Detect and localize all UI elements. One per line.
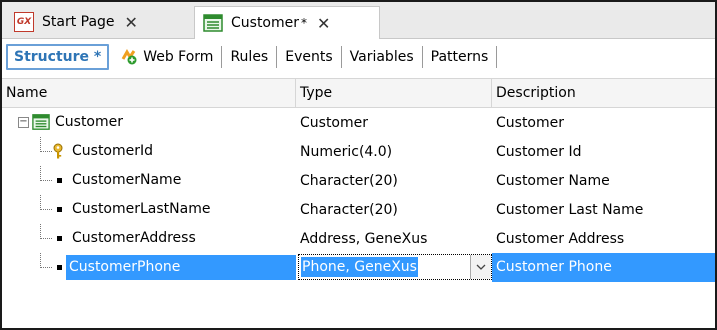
structure-grid: Name Type Description − Customer Custome… (2, 78, 715, 282)
modified-marker: * (301, 16, 308, 30)
tab-events[interactable]: Events (277, 46, 342, 68)
collapse-icon[interactable]: − (18, 117, 29, 128)
column-header-name[interactable]: Name (2, 79, 296, 107)
tab-web-form[interactable]: Web Form (113, 46, 223, 68)
tree-line (40, 166, 41, 181)
attribute-name: CustomerPhone (66, 255, 296, 280)
tree-line (40, 151, 52, 152)
chevron-down-icon[interactable] (470, 255, 491, 279)
type-cell[interactable]: Character(20) (296, 202, 492, 218)
tab-customer[interactable]: Customer * ✕ (194, 6, 380, 39)
close-icon[interactable]: ✕ (317, 14, 330, 33)
column-header-type[interactable]: Type (296, 79, 492, 107)
attribute-name: CustomerName (72, 172, 182, 188)
tab-patterns[interactable]: Patterns (423, 46, 498, 68)
object-part-tabs: Structure * Web Form Rules Events Variab… (6, 42, 711, 72)
name-cell: CustomerPhone (2, 253, 296, 282)
attribute-name: Customer (55, 114, 124, 130)
tree-line (40, 209, 52, 210)
tree-line (40, 180, 52, 181)
table-row[interactable]: CustomerAddress Address, GeneXus Custome… (2, 224, 715, 253)
attribute-bullet-icon (57, 178, 62, 183)
type-value[interactable]: Phone, GeneXus (301, 257, 418, 277)
name-cell: CustomerLastName (2, 195, 296, 224)
tree-line (40, 224, 41, 239)
tab-web-form-label: Web Form (143, 49, 214, 65)
grid-header: Name Type Description (2, 78, 715, 108)
description-cell[interactable]: Customer Address (492, 231, 715, 247)
name-cell: CustomerId (2, 137, 296, 166)
tree-line (40, 238, 52, 239)
column-header-description[interactable]: Description (492, 79, 715, 107)
tree-line (40, 253, 41, 268)
key-icon (52, 143, 64, 164)
table-row-selected[interactable]: CustomerPhone Phone, GeneXus Customer Ph… (2, 253, 715, 282)
tab-label: Start Page (42, 14, 115, 30)
document-tab-strip: GX Start Page ✕ Customer * ✕ (2, 2, 715, 39)
name-cell: CustomerName (2, 166, 296, 195)
attribute-name: CustomerLastName (72, 201, 211, 217)
tab-start-page[interactable]: GX Start Page ✕ (6, 6, 192, 38)
tab-structure[interactable]: Structure * (6, 44, 110, 70)
attribute-bullet-icon (57, 236, 62, 241)
type-combo-editor[interactable]: Phone, GeneXus (298, 254, 492, 280)
description-cell[interactable]: Customer Id (492, 144, 715, 160)
tree-line (40, 195, 41, 210)
close-icon[interactable]: ✕ (125, 13, 138, 32)
table-row[interactable]: − Customer Customer Customer (2, 108, 715, 137)
description-cell[interactable]: Customer Name (492, 173, 715, 189)
table-row[interactable]: CustomerLastName Character(20) Customer … (2, 195, 715, 224)
tab-variables[interactable]: Variables (342, 46, 423, 68)
tree-line (40, 137, 41, 152)
tab-rules[interactable]: Rules (222, 46, 278, 68)
genexus-icon: GX (14, 12, 34, 32)
attribute-name: CustomerId (72, 143, 154, 159)
type-cell[interactable]: Numeric(4.0) (296, 144, 492, 160)
description-cell[interactable]: Customer Phone (492, 253, 715, 282)
tab-label: Customer (231, 15, 300, 31)
type-cell[interactable]: Customer (296, 115, 492, 131)
attribute-name: CustomerAddress (72, 230, 196, 246)
name-cell: CustomerAddress (2, 224, 296, 253)
editor-window: GX Start Page ✕ Customer * ✕ Structure * (0, 0, 717, 330)
description-cell[interactable]: Customer Last Name (492, 202, 715, 218)
type-cell[interactable]: Character(20) (296, 173, 492, 189)
table-row[interactable]: CustomerName Character(20) Customer Name (2, 166, 715, 195)
attribute-bullet-icon (57, 265, 62, 270)
description-cell[interactable]: Customer (492, 115, 715, 131)
table-row[interactable]: CustomerId Numeric(4.0) Customer Id (2, 137, 715, 166)
transaction-icon (32, 113, 50, 135)
attribute-bullet-icon (57, 207, 62, 212)
type-cell[interactable]: Address, GeneXus (296, 231, 492, 247)
transaction-icon (203, 13, 223, 33)
web-form-icon (121, 49, 137, 65)
name-cell: − Customer (2, 108, 296, 137)
tree-line (40, 267, 52, 268)
